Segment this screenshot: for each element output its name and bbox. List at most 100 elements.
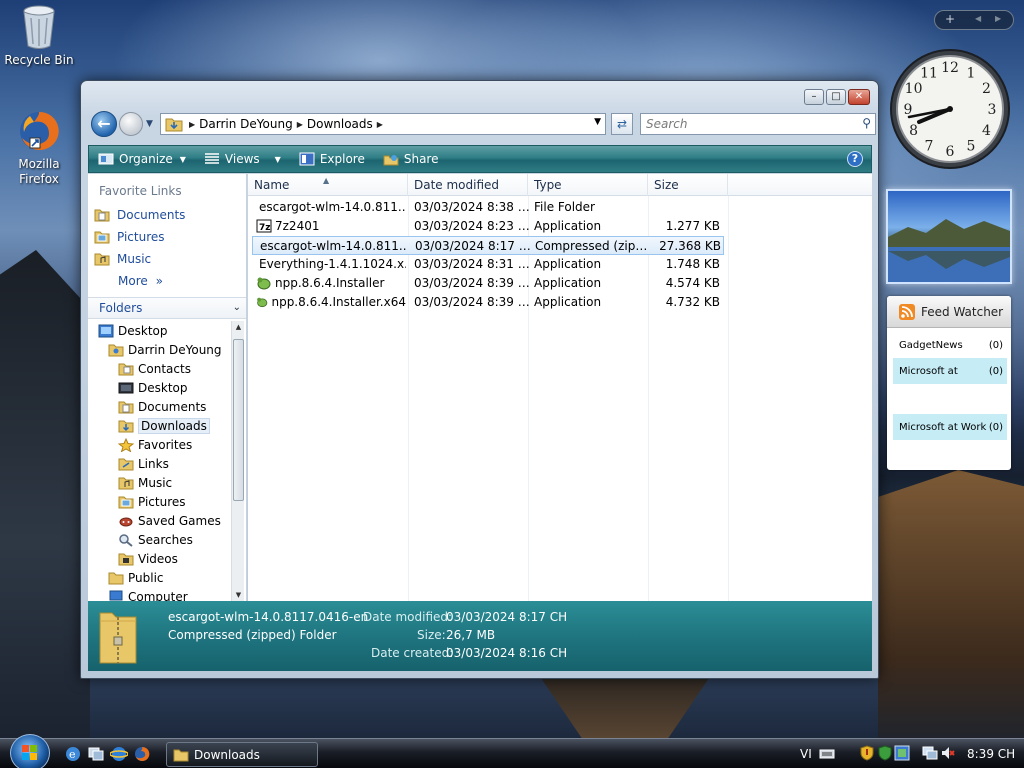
clock-number: 5 — [967, 138, 976, 154]
tree-item-downloads[interactable]: Downloads — [88, 416, 230, 435]
feed-watcher-gadget[interactable]: Feed Watcher GadgetNews (0) Microsoft at… — [887, 296, 1011, 470]
favorite-links-list: Documents Pictures Music More » — [88, 204, 246, 292]
column-header-name[interactable]: Name ▲ — [248, 174, 408, 196]
file-name: 7z2401 — [275, 219, 320, 233]
feed-item[interactable]: Microsoft at Work (0) — [893, 414, 1007, 440]
contacts-folder-icon — [118, 363, 134, 375]
help-button[interactable]: ? — [847, 151, 863, 167]
file-row[interactable]: npp.8.6.4.Installer.x64 03/03/2024 8:39 … — [248, 293, 872, 312]
feed-item[interactable]: Microsoft at (0) — [893, 358, 1007, 384]
tree-item-computer[interactable]: Computer — [88, 587, 230, 601]
switch-windows-icon[interactable] — [87, 745, 105, 763]
tree-label: Desktop — [118, 323, 168, 338]
language-indicator[interactable]: VI — [800, 747, 812, 761]
scrollbar-thumb[interactable] — [233, 339, 244, 501]
folder-tree-scrollbar[interactable]: ▲ ▼ — [231, 321, 244, 601]
explore-label: Explore — [319, 152, 365, 166]
file-date: 03/03/2024 8:39 CH — [414, 276, 530, 290]
scroll-up-icon[interactable]: ▲ — [232, 323, 245, 331]
tree-item-music[interactable]: Music — [88, 473, 230, 492]
recent-pages-dropdown[interactable]: ▼ — [146, 119, 153, 129]
more-link[interactable]: More » — [88, 270, 246, 292]
back-button[interactable]: ← — [91, 111, 117, 137]
notepad-plus-icon — [257, 277, 271, 290]
refresh-button[interactable]: ⇄ — [611, 113, 633, 135]
tree-item-contacts[interactable]: Contacts — [88, 359, 230, 378]
double-chevron-icon: » — [155, 274, 163, 288]
file-name: escargot-wlm-14.0.811... — [259, 200, 406, 214]
address-crumb-user[interactable]: Darrin DeYoung — [195, 117, 297, 131]
update-icon[interactable] — [878, 745, 892, 761]
feed-item[interactable]: GadgetNews (0) — [893, 332, 1007, 358]
share-button[interactable]: Share — [374, 146, 448, 172]
start-button[interactable] — [10, 734, 50, 768]
file-row[interactable]: npp.8.6.4.Installer 03/03/2024 8:39 CH A… — [248, 274, 872, 293]
tree-item-public[interactable]: Public — [88, 568, 230, 587]
column-header-type[interactable]: Type — [528, 174, 648, 196]
next-icon[interactable]: ▶ — [995, 14, 1001, 23]
file-row-selected[interactable]: escargot-wlm-14.0.811... 03/03/2024 8:17… — [252, 236, 724, 255]
address-crumb-downloads[interactable]: Downloads — [303, 117, 377, 131]
favorite-link-label: Music — [117, 252, 152, 266]
address-dropdown-icon[interactable]: ▼ — [594, 117, 601, 127]
network-status-icon[interactable] — [894, 745, 910, 761]
tree-item-saved-games[interactable]: Saved Games — [88, 511, 230, 530]
file-row[interactable]: escargot-wlm-14.0.811... 03/03/2024 8:38… — [248, 198, 872, 217]
desktop-icon-recycle-bin[interactable]: Recycle Bin — [1, 4, 77, 68]
file-type: Application — [534, 257, 602, 271]
tree-item-links[interactable]: Links — [88, 454, 230, 473]
search-icon[interactable]: ⚲ — [862, 116, 871, 130]
close-button[interactable]: ✕ — [848, 89, 870, 105]
slideshow-gadget[interactable] — [886, 189, 1012, 284]
column-header-size[interactable]: Size — [648, 174, 728, 196]
tree-item-user[interactable]: Darrin DeYoung — [88, 340, 230, 359]
network-icon[interactable] — [922, 745, 938, 761]
clock-time[interactable]: 8:39 CH — [967, 747, 1015, 761]
ie-quicklaunch-icon[interactable]: e — [64, 745, 82, 763]
window-caption-buttons: – □ ✕ — [804, 89, 870, 105]
address-bar[interactable]: ▶ Darrin DeYoung ▶ Downloads ▶ ▼ — [160, 113, 606, 135]
security-shield-icon[interactable] — [860, 745, 874, 761]
file-row[interactable]: 7z 7z2401 03/03/2024 8:23 CH Application… — [248, 217, 872, 236]
keyboard-icon[interactable] — [819, 748, 835, 760]
wallpaper-rock — [541, 678, 709, 740]
tree-label: Pictures — [138, 494, 186, 509]
file-list: Name ▲ Date modified Type Size escargot-w… — [248, 174, 872, 647]
clock-gadget[interactable]: 12 1234567891011 — [889, 48, 1011, 170]
favorite-link-documents[interactable]: Documents — [88, 204, 246, 226]
minimize-button[interactable]: – — [804, 89, 824, 105]
taskbar-button-downloads[interactable]: Downloads — [166, 742, 318, 767]
tree-item-desktop-folder[interactable]: Desktop — [88, 378, 230, 397]
ie-icon[interactable] — [110, 745, 128, 763]
search-input[interactable]: Search ⚲ — [640, 113, 876, 135]
add-gadget-icon[interactable]: + — [945, 12, 955, 26]
maximize-button[interactable]: □ — [826, 89, 846, 105]
organize-button[interactable]: Organize ▼ — [89, 146, 195, 172]
favorite-link-pictures[interactable]: Pictures — [88, 226, 246, 248]
tree-item-videos[interactable]: Videos — [88, 549, 230, 568]
forward-button[interactable] — [119, 112, 143, 136]
scroll-down-icon[interactable]: ▼ — [232, 591, 245, 599]
firefox-quicklaunch-icon[interactable] — [133, 745, 151, 763]
organize-label: Organize — [119, 152, 173, 166]
folders-header[interactable]: Folders ⌄ — [88, 297, 246, 319]
documents-folder-icon — [94, 209, 110, 222]
file-date: 03/03/2024 8:23 CH — [414, 219, 530, 233]
explore-button[interactable]: Explore — [290, 146, 374, 172]
desktop-icon-firefox[interactable]: Mozilla Firefox — [1, 108, 77, 187]
clock-number: 10 — [905, 81, 923, 97]
address-separator[interactable]: ▶ — [377, 120, 383, 129]
tree-item-pictures[interactable]: Pictures — [88, 492, 230, 511]
tree-item-searches[interactable]: Searches — [88, 530, 230, 549]
views-button[interactable]: Views ▼ — [195, 146, 290, 172]
column-header-date[interactable]: Date modified — [408, 174, 528, 196]
favorite-link-music[interactable]: Music — [88, 248, 246, 270]
tree-label: Searches — [138, 532, 193, 547]
tree-item-favorites[interactable]: Favorites — [88, 435, 230, 454]
volume-muted-icon[interactable] — [940, 745, 956, 761]
file-row[interactable]: Everything-1.4.1.1024.x... 03/03/2024 8:… — [248, 255, 872, 274]
previous-icon[interactable]: ◀ — [975, 14, 981, 23]
tree-item-desktop[interactable]: Desktop — [88, 321, 230, 340]
tree-item-documents[interactable]: Documents — [88, 397, 230, 416]
navigation-pane: Favorite Links Documents Pictures Music … — [88, 174, 247, 601]
